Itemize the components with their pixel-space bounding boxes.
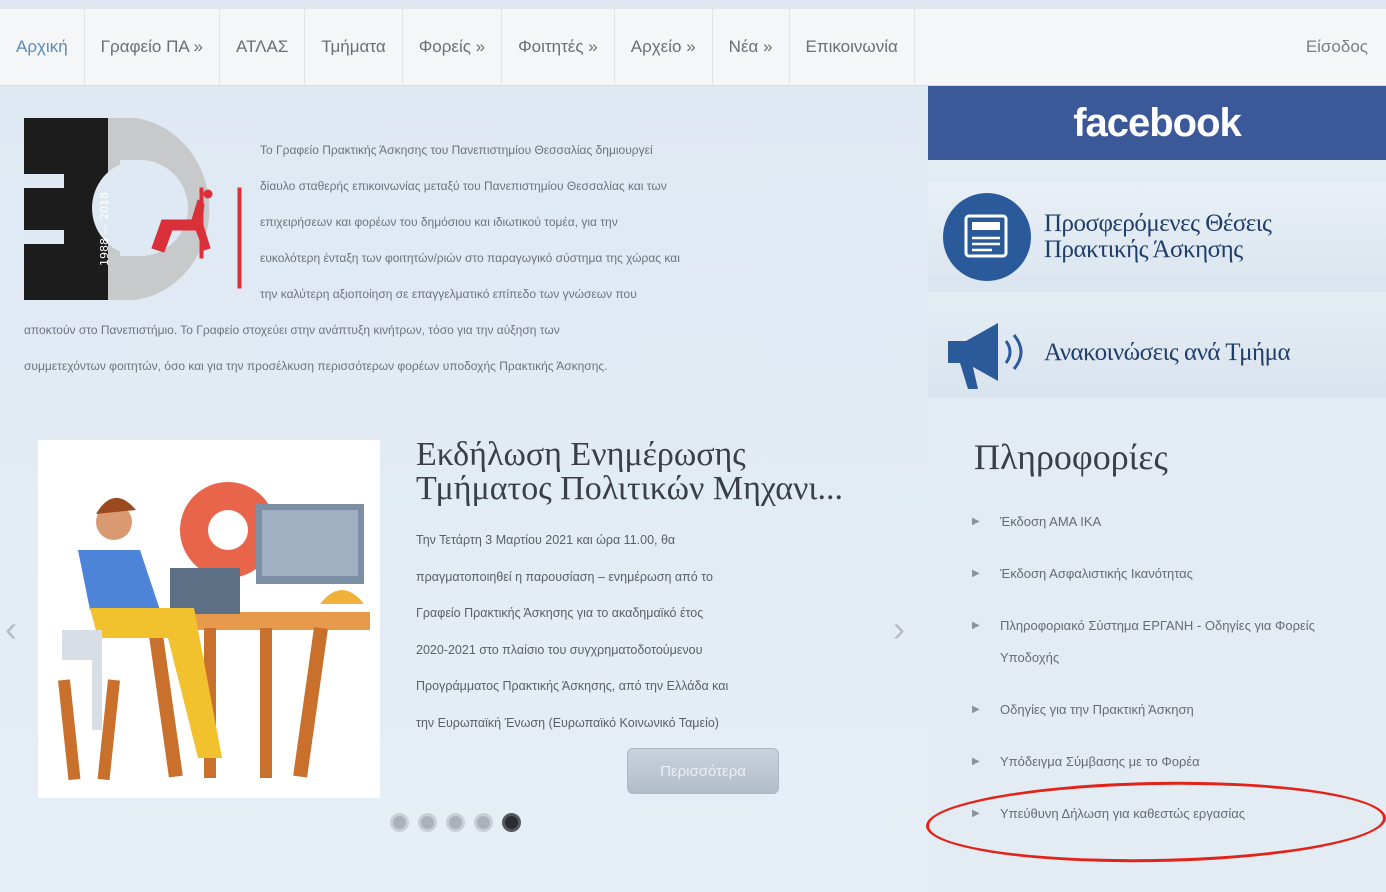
intro-line: την καλύτερη αξιοποίηση σε επαγγελματικό… (260, 287, 637, 301)
slide-text-line: Την Τετάρτη 3 Μαρτίου 2021 και ώρα 11.00… (416, 533, 676, 547)
intro-line: αποκτούν στο Πανεπιστήμιο. Το Γραφείο στ… (24, 323, 560, 337)
slide-illustration (38, 440, 380, 798)
slider-dot-1[interactable] (390, 813, 409, 832)
bullet-icon: ▶ (972, 756, 980, 767)
nav-organizations[interactable]: Φορείς » (403, 9, 503, 85)
info-title: Πληροφορίες (974, 437, 1168, 477)
slide-text-line: Γραφείο Πρακτικής Άσκησης για το ακαδημα… (416, 606, 704, 620)
intro-line: δίαυλο σταθερής επικοινωνίας μεταξύ του … (260, 179, 667, 193)
slide-text-line: πραγματοποιηθεί η παρουσίαση – ενημέρωση… (416, 569, 713, 584)
info-list: ▶ Έκδοση ΑΜΑ ΙΚΑ ▶ Έκδοση Ασφαλιστικής Ικα… (972, 506, 1372, 850)
sidebar: facebook Προσφερόμενες Θέσεις Πρακτικής … (928, 86, 1386, 892)
main-content: 1988 — 2018 Το Γραφείο Πρακτικής Άσκησης… (0, 86, 928, 892)
top-nav: Αρχική Γραφείο ΠΑ » ΑΤΛΑΣ Τμήματα Φορείς… (0, 8, 1386, 86)
info-item-contract[interactable]: ▶ Υπόδειγμα Σύμβασης με το Φορέα (972, 746, 1372, 798)
nav-login[interactable]: Είσοδος (1290, 9, 1386, 85)
nav-office[interactable]: Γραφείο ΠΑ » (85, 9, 220, 85)
department-announcements-label: Ανακοινώσεις ανά Τμήμα (1044, 339, 1291, 366)
internship-positions-label: Πρακτικής Άσκησης (1044, 236, 1243, 263)
intro-line: Το Γραφείο Πρακτικής Άσκησης του Πανεπισ… (260, 143, 653, 157)
slider-dots (390, 813, 521, 832)
internship-positions-link[interactable]: Προσφερόμενες Θέσεις Πρακτικής Άσκησης (928, 182, 1386, 292)
bullet-icon: ▶ (972, 808, 980, 819)
megaphone-icon (948, 323, 1023, 389)
nav-news[interactable]: Νέα » (713, 9, 790, 85)
nav-atlas[interactable]: ΑΤΛΑΣ (220, 9, 306, 85)
info-item-insurance[interactable]: ▶ Έκδοση Ασφαλιστικής Ικανότητας (972, 558, 1372, 610)
info-item-guidelines[interactable]: ▶ Οδηγίες για την Πρακτική Άσκηση (972, 694, 1372, 746)
intro-text: Το Γραφείο Πρακτικής Άσκησης του Πανεπισ… (24, 132, 864, 384)
intro-line: επιχειρήσεων και φορέων του δημόσιου και… (260, 215, 618, 229)
nav-home[interactable]: Αρχική (0, 9, 85, 85)
slider-dot-5[interactable] (502, 813, 521, 832)
nav-departments[interactable]: Τμήματα (305, 9, 403, 85)
bullet-icon: ▶ (972, 568, 980, 579)
bullet-icon: ▶ (972, 516, 980, 527)
more-button[interactable]: Περισσότερα (627, 748, 779, 794)
slide-text-line: Προγράμματος Πρακτικής Άσκησης, από την … (416, 679, 729, 693)
info-item-ergani[interactable]: ▶ Πληροφοριακό Σύστημα ΕΡΓΑΝΗ - Οδηγίες γ… (972, 610, 1372, 694)
bullet-icon: ▶ (972, 704, 980, 715)
nav-students[interactable]: Φοιτητές » (502, 9, 615, 85)
nav-archive[interactable]: Αρχείο » (615, 9, 713, 85)
slide-text-line: την Ευρωπαϊκή Ένωση (Ευρωπαϊκό Κοινωνικό… (416, 715, 719, 730)
info-item-declaration[interactable]: ▶ Υπεύθυνη Δήλωση για καθεστώς εργασίας (972, 798, 1372, 850)
internship-positions-label: Προσφερόμενες Θέσεις (1044, 210, 1272, 237)
facebook-banner[interactable]: facebook (928, 86, 1386, 160)
slider-dot-2[interactable] (418, 813, 437, 832)
intro-line: συμμετεχόντων φοιτητών, όσο και για την … (24, 359, 608, 373)
slide-title[interactable]: Εκδήλωση Ενημέρωσης Τμήματος Πολιτικών Μ… (416, 438, 876, 506)
slide-text: Την Τετάρτη 3 Μαρτίου 2021 και ώρα 11.00… (416, 522, 866, 741)
slide-text-line: 2020-2021 στο πλαίσιο του συγχρηματοδοτο… (416, 642, 703, 657)
slider-prev-arrow[interactable]: ‹ (0, 606, 22, 652)
slider-dot-4[interactable] (474, 813, 493, 832)
info-item-ama-ika[interactable]: ▶ Έκδοση ΑΜΑ ΙΚΑ (972, 506, 1372, 558)
bullet-icon: ▶ (972, 620, 980, 631)
newspaper-icon (943, 193, 1031, 281)
facebook-label: facebook (1073, 100, 1242, 145)
slider-dot-3[interactable] (446, 813, 465, 832)
nav-contact[interactable]: Επικοινωνία (790, 9, 915, 85)
intro-line: ευκολότερη ένταξη των φοιτητών/ριών στο … (260, 251, 680, 265)
slider-next-arrow[interactable]: › (888, 606, 910, 652)
department-announcements-link[interactable]: Ανακοινώσεις ανά Τμήμα (928, 308, 1386, 398)
